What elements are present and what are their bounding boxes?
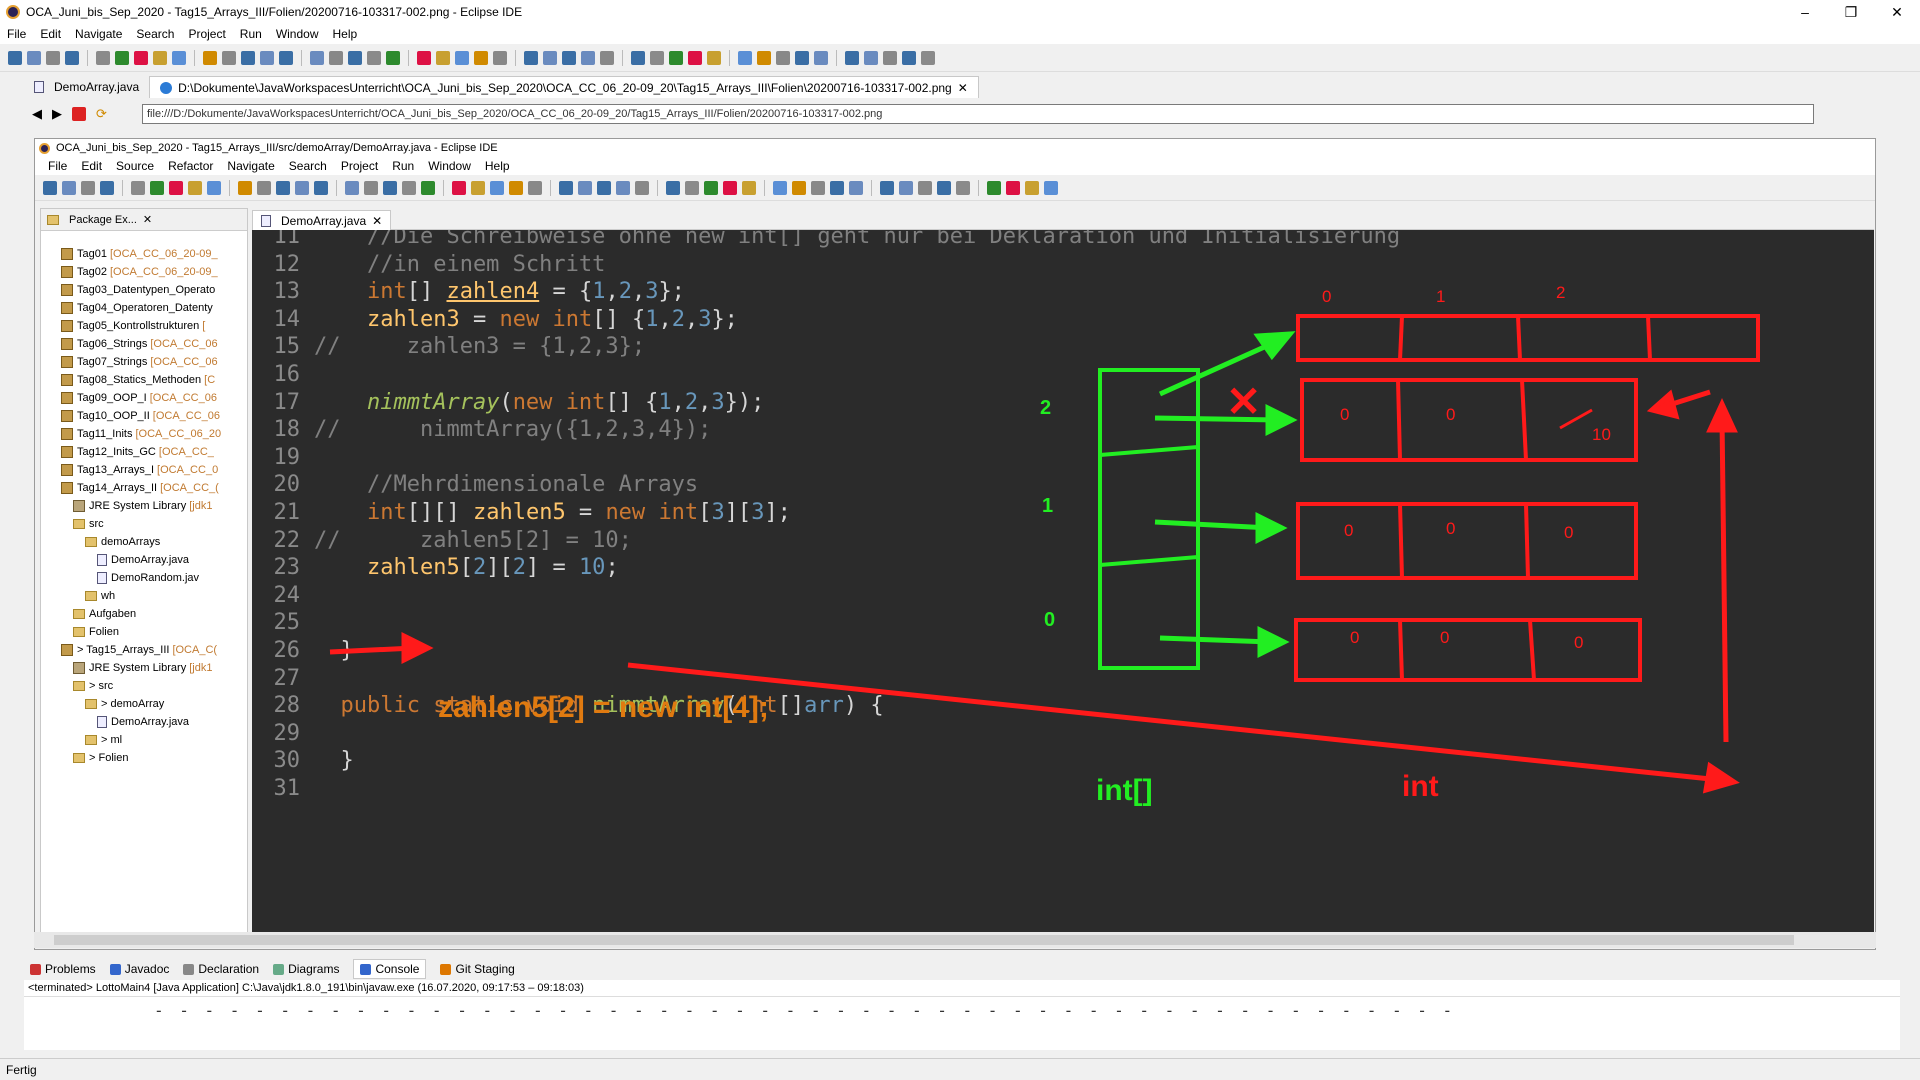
int-label: int bbox=[1402, 770, 1439, 803]
top-index-1: 1 bbox=[1436, 287, 1445, 306]
tab-label: Javadoc bbox=[124, 962, 170, 976]
tab-label: Console bbox=[375, 962, 420, 976]
tab-problems[interactable]: Problems bbox=[30, 962, 96, 976]
view-icon bbox=[273, 963, 285, 975]
outer-array-box bbox=[1098, 368, 1200, 670]
cell-value: 0 bbox=[1344, 521, 1353, 540]
status-text: Fertig bbox=[6, 1062, 37, 1077]
cell-value: 0 bbox=[1350, 628, 1359, 647]
tab-javadoc[interactable]: Javadoc bbox=[109, 962, 170, 976]
view-icon bbox=[440, 963, 452, 975]
tab-git-staging[interactable]: Git Staging bbox=[440, 962, 515, 976]
status-bar: Fertig bbox=[0, 1058, 1920, 1080]
console-output: - - - - - - - - - - - - - - - - - - - - … bbox=[154, 1001, 1456, 1017]
console-view: Problems Javadoc Declaration Diagrams Consol… bbox=[24, 958, 1900, 1050]
index-0: 0 bbox=[1044, 609, 1055, 631]
tab-label: Problems bbox=[45, 962, 96, 976]
tab-label: Diagrams bbox=[288, 962, 340, 976]
int-array-label: int[] bbox=[1096, 774, 1153, 807]
overlay-code-text: zahlen5[2] = new int[4]; bbox=[438, 691, 769, 724]
top-index-2: 2 bbox=[1556, 283, 1565, 302]
tab-label: Declaration bbox=[198, 962, 260, 976]
eclipse-window: OCA_Juni_bis_Sep_2020 - Tag15_Arrays_III… bbox=[0, 0, 1920, 1080]
annotation-overlay: zahlen5[2] = new int[4]; 2 1 0 int[] 0 1… bbox=[329, 283, 1760, 807]
console-status: <terminated> LottoMain4 [Java Applicatio… bbox=[24, 980, 1900, 997]
cross-mark-icon: ✕ bbox=[1226, 378, 1261, 425]
cell-value: 0 bbox=[1446, 405, 1455, 424]
index-2: 2 bbox=[1040, 397, 1051, 419]
cell-value: 0 bbox=[1440, 628, 1449, 647]
bottom-tabs: Problems Javadoc Declaration Diagrams Consol… bbox=[24, 958, 1900, 980]
tab-label: Git Staging bbox=[455, 962, 515, 976]
view-icon bbox=[109, 963, 121, 975]
scroll-thumb[interactable] bbox=[54, 935, 1794, 945]
cell-value: 0 bbox=[1564, 523, 1573, 542]
view-icon bbox=[183, 963, 195, 975]
tab-diagrams[interactable]: Diagrams bbox=[273, 962, 339, 976]
view-icon bbox=[360, 963, 372, 975]
cell-value: 0 bbox=[1446, 519, 1455, 538]
tab-declaration[interactable]: Declaration bbox=[183, 962, 259, 976]
cell-value: 0 bbox=[1574, 633, 1583, 652]
editor-horizontal-scrollbar[interactable] bbox=[34, 932, 1876, 948]
cell-value: 0 bbox=[1340, 405, 1349, 424]
index-1: 1 bbox=[1042, 495, 1053, 517]
cell-value: 10 bbox=[1592, 425, 1611, 444]
view-icon bbox=[30, 963, 41, 975]
tab-console[interactable]: Console bbox=[353, 959, 427, 979]
top-index-0: 0 bbox=[1322, 287, 1331, 306]
